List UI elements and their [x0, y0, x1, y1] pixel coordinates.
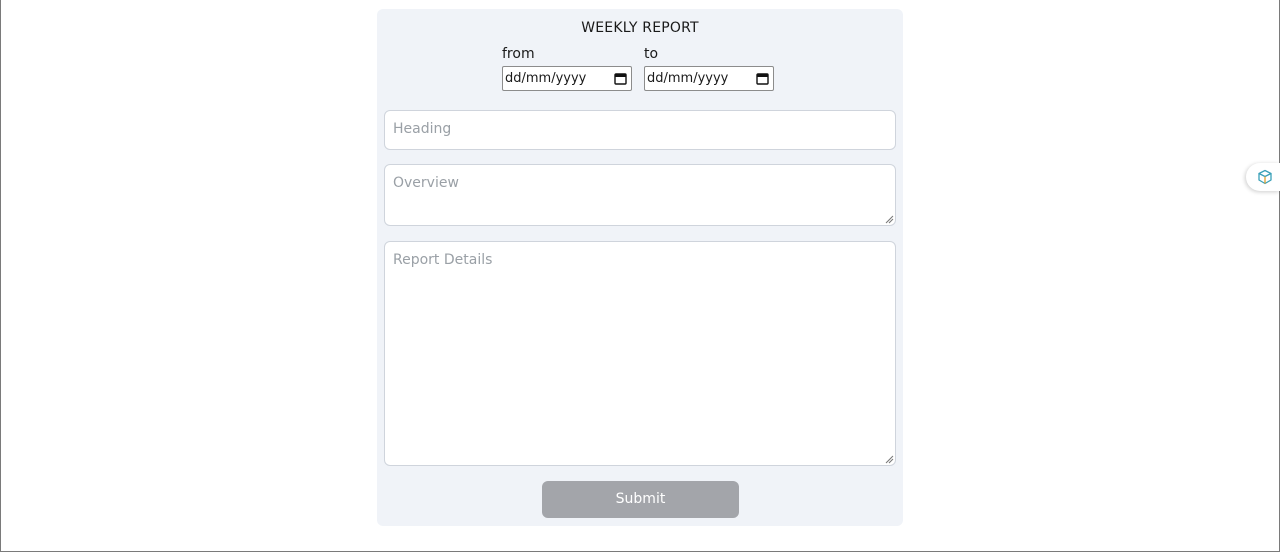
from-date-placeholder: dd/mm/yyyy [505, 71, 587, 86]
overview-textarea[interactable]: Overview [384, 164, 896, 226]
calendar-icon[interactable] [614, 72, 627, 85]
extension-side-widget[interactable] [1246, 163, 1280, 191]
to-date-group: to dd/mm/yyyy [644, 45, 774, 91]
from-date-group: from dd/mm/yyyy [502, 45, 632, 91]
cube-extension-icon [1258, 169, 1272, 185]
heading-placeholder: Heading [393, 121, 452, 137]
heading-input[interactable]: Heading [384, 110, 896, 150]
report-details-placeholder: Report Details [393, 252, 493, 268]
overview-placeholder: Overview [393, 175, 459, 191]
report-details-textarea[interactable]: Report Details [384, 241, 896, 466]
to-date-input[interactable]: dd/mm/yyyy [644, 66, 774, 91]
form-title: WEEKLY REPORT [581, 20, 699, 36]
resize-handle-icon[interactable] [885, 455, 894, 464]
from-date-input[interactable]: dd/mm/yyyy [502, 66, 632, 91]
submit-button[interactable]: Submit [542, 481, 739, 518]
weekly-report-form: WEEKLY REPORT from dd/mm/yyyy to dd/mm/y… [377, 9, 903, 526]
to-date-placeholder: dd/mm/yyyy [647, 71, 729, 86]
from-label: from [502, 46, 535, 62]
resize-handle-icon[interactable] [885, 215, 894, 224]
calendar-icon[interactable] [756, 72, 769, 85]
to-label: to [644, 46, 659, 62]
